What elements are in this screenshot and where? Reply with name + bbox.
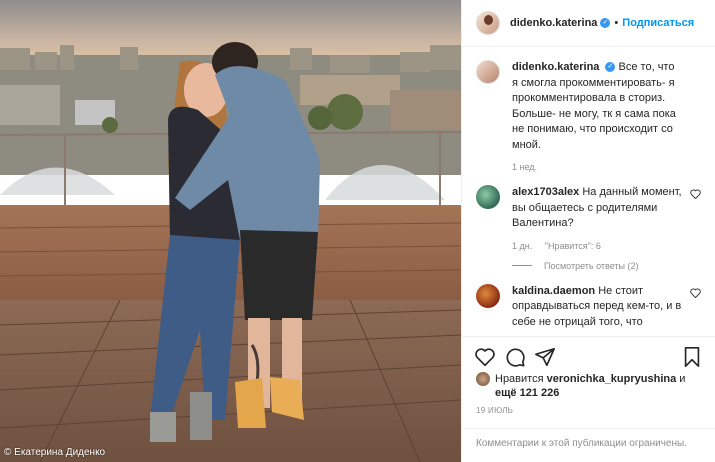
- caption-text: Все то, что я смогла прокомментировать- …: [512, 61, 676, 151]
- view-replies-button[interactable]: Посмотреть ответы (2): [512, 261, 682, 271]
- author-username[interactable]: didenko.katerina: [510, 17, 597, 29]
- commenter-avatar[interactable]: [476, 185, 500, 209]
- comment-meta: 1 дн. "Нравится": 6: [512, 241, 682, 251]
- separator-dot: •: [614, 17, 619, 29]
- comment-text-block: kaldina.daemon Не стоит оправдываться пе…: [512, 284, 682, 331]
- commenter-avatar[interactable]: [476, 283, 500, 308]
- comment-icon[interactable]: [504, 346, 526, 368]
- replies-divider: [512, 265, 532, 266]
- caption-comment: didenko.katerina ✓ Все то, что я смогла …: [462, 60, 715, 172]
- comment-text-block: alex1703alex На данный момент, вы общает…: [512, 185, 682, 232]
- caption-text-block: didenko.katerina ✓ Все то, что я смогла …: [512, 60, 682, 153]
- comment-likes[interactable]: "Нравится": 6: [545, 241, 601, 251]
- likes-and: и: [679, 373, 686, 385]
- caption-time[interactable]: 1 нед.: [512, 162, 537, 172]
- heart-icon[interactable]: [690, 287, 701, 298]
- post-side-panel: didenko.katerina ✓ • Подписаться didenko…: [461, 0, 715, 462]
- caption-meta: 1 нед.: [512, 162, 682, 172]
- comment-time[interactable]: 1 дн.: [512, 241, 532, 251]
- likes-prefix: Нравится: [495, 373, 544, 385]
- verified-icon: ✓: [600, 18, 611, 28]
- liker-username[interactable]: veronichka_kupryushina: [547, 373, 677, 385]
- comment-item: alex1703alex На данный момент, вы общает…: [462, 185, 715, 271]
- heart-icon[interactable]: [690, 189, 701, 199]
- comments-limited-notice: Комментарии к этой публикации ограничены…: [462, 428, 715, 462]
- comments-list[interactable]: didenko.katerina ✓ Все то, что я смогла …: [462, 60, 715, 335]
- likes-count[interactable]: ещё 121 226: [495, 387, 559, 399]
- caption-username[interactable]: didenko.katerina: [512, 61, 599, 73]
- post-date[interactable]: 19 ИЮЛЬ: [476, 406, 513, 415]
- view-replies-label: Посмотреть ответы (2): [544, 260, 639, 271]
- post-photo[interactable]: © Екатерина Диденко: [0, 0, 461, 462]
- photo-credit: © Екатерина Диденко: [4, 447, 106, 458]
- comment-username[interactable]: alex1703alex: [512, 186, 579, 198]
- caption-avatar[interactable]: [476, 60, 500, 84]
- heart-icon[interactable]: [474, 346, 496, 368]
- verified-icon: ✓: [605, 62, 616, 73]
- post-actions-bar: [462, 336, 715, 376]
- likes-text: Нравится veronichka_kupryushina и ещё 12…: [495, 372, 705, 400]
- share-icon[interactable]: [534, 346, 556, 368]
- liker-avatar[interactable]: [476, 372, 490, 386]
- comment-username[interactable]: kaldina.daemon: [512, 285, 595, 297]
- author-avatar[interactable]: [476, 11, 500, 35]
- comment-item: kaldina.daemon Не стоит оправдываться пе…: [462, 283, 715, 331]
- bookmark-icon[interactable]: [681, 346, 703, 368]
- rooftop-couple-image: [0, 0, 461, 462]
- likes-summary: Нравится veronichka_kupryushina и ещё 12…: [476, 372, 705, 400]
- follow-button[interactable]: Подписаться: [622, 17, 694, 29]
- post-header: didenko.katerina ✓ • Подписаться: [462, 0, 715, 47]
